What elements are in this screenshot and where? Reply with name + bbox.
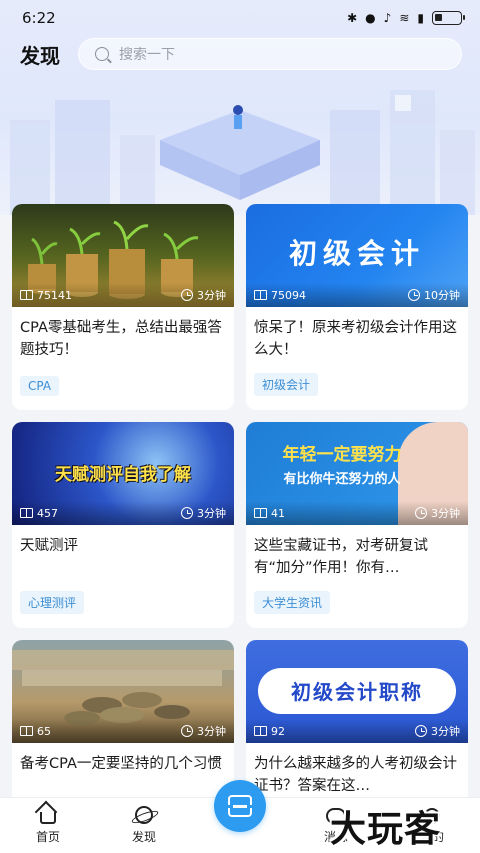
article-grid: 75141 3分钟 CPA零基础考生，总结出最强答题技巧！ CPA 初级会计 7… bbox=[12, 204, 468, 846]
views-count: 41 bbox=[271, 506, 285, 520]
article-tag[interactable]: CPA bbox=[20, 376, 60, 396]
watermark: 大玩客 bbox=[330, 809, 442, 850]
thumbnail-text: 初级会计职称 bbox=[291, 680, 423, 704]
sim-icon: ▮ bbox=[417, 11, 424, 25]
article-thumbnail: 75141 3分钟 bbox=[12, 204, 234, 307]
article-title: 这些宝藏证书，对考研复试有“加分”作用！你有… bbox=[254, 538, 428, 576]
article-title: 为什么越来越多的人考初级会计证书？答案在这… bbox=[254, 756, 457, 794]
article-meta: 41 3分钟 bbox=[246, 501, 468, 525]
clock-icon bbox=[415, 725, 427, 737]
read-duration: 10分钟 bbox=[424, 289, 460, 302]
nav-discover[interactable]: 发现 bbox=[104, 806, 184, 845]
article-thumbnail: 初级会计职称 92 3分钟 bbox=[246, 640, 468, 743]
home-icon bbox=[40, 812, 56, 824]
page-title: 发现 bbox=[20, 43, 60, 68]
status-time: 6:22 bbox=[22, 9, 56, 27]
article-thumbnail: 天赋测评自我了解 457 3分钟 bbox=[12, 422, 234, 525]
read-duration: 3分钟 bbox=[431, 507, 460, 520]
article-card[interactable]: 初级会计 75094 10分钟 惊呆了！原来考初级会计作用这么大！ 初级会计 bbox=[246, 204, 468, 410]
views-icon bbox=[254, 726, 267, 736]
views-icon bbox=[20, 726, 33, 736]
views-icon bbox=[254, 290, 267, 300]
planet-icon bbox=[135, 806, 153, 824]
clock-icon bbox=[415, 507, 427, 519]
article-title: 惊呆了！原来考初级会计作用这么大！ bbox=[254, 320, 457, 358]
article-title: CPA零基础考生，总结出最强答题技巧！ bbox=[20, 320, 222, 358]
article-card[interactable]: 年轻一定要努力 有比你牛还努力的人 41 3分钟 这些宝藏证书，对考研复试有“加… bbox=[246, 422, 468, 628]
nav-discover-label: 发现 bbox=[131, 830, 156, 844]
bluetooth-icon: ✱ bbox=[347, 11, 358, 25]
views-count: 75094 bbox=[271, 288, 306, 302]
article-card[interactable]: 天赋测评自我了解 457 3分钟 天赋测评 心理测评 bbox=[12, 422, 234, 628]
thumbnail-subtext: 有比你牛还努力的人 bbox=[283, 472, 401, 487]
article-meta: 75141 3分钟 bbox=[12, 283, 234, 307]
search-icon bbox=[95, 47, 109, 61]
views-count: 457 bbox=[37, 506, 58, 520]
nav-home-label: 首页 bbox=[35, 830, 60, 844]
article-thumbnail: 初级会计 75094 10分钟 bbox=[246, 204, 468, 307]
article-meta: 92 3分钟 bbox=[246, 719, 468, 743]
scan-button[interactable] bbox=[214, 780, 266, 832]
mute-icon: ♪ bbox=[383, 11, 392, 25]
article-meta: 75094 10分钟 bbox=[246, 283, 468, 307]
status-icons: ✱ ● ♪ ≋ ▮ bbox=[347, 11, 465, 25]
read-duration: 3分钟 bbox=[197, 725, 226, 738]
article-card[interactable]: 75141 3分钟 CPA零基础考生，总结出最强答题技巧！ CPA bbox=[12, 204, 234, 410]
thumbnail-text: 天赋测评自我了解 bbox=[55, 465, 191, 485]
read-duration: 3分钟 bbox=[197, 289, 226, 302]
article-tag[interactable]: 初级会计 bbox=[254, 373, 319, 396]
wifi-icon: ≋ bbox=[399, 11, 410, 25]
nav-home[interactable]: 首页 bbox=[8, 806, 88, 845]
search-placeholder: 搜索一下 bbox=[119, 47, 175, 63]
search-input[interactable]: 搜索一下 bbox=[78, 38, 462, 70]
views-icon bbox=[20, 508, 33, 518]
read-duration: 3分钟 bbox=[197, 507, 226, 520]
article-meta: 65 3分钟 bbox=[12, 719, 234, 743]
article-thumbnail: 年轻一定要努力 有比你牛还努力的人 41 3分钟 bbox=[246, 422, 468, 525]
views-count: 92 bbox=[271, 724, 285, 738]
article-tag[interactable]: 大学生资讯 bbox=[254, 591, 331, 614]
read-duration: 3分钟 bbox=[431, 725, 460, 738]
clock-icon bbox=[408, 289, 420, 301]
clock-icon bbox=[181, 725, 193, 737]
views-count: 65 bbox=[37, 724, 51, 738]
battery-icon bbox=[432, 11, 465, 25]
scan-icon bbox=[226, 795, 254, 817]
views-count: 75141 bbox=[37, 288, 72, 302]
article-title: 备考CPA一定要坚持的几个习惯 bbox=[20, 756, 222, 772]
header: 发现 搜索一下 bbox=[0, 36, 480, 72]
article-thumbnail: 65 3分钟 bbox=[12, 640, 234, 743]
thumbnail-text: 初级会计 bbox=[288, 237, 425, 270]
views-icon bbox=[20, 290, 33, 300]
views-icon bbox=[254, 508, 267, 518]
article-title: 天赋测评 bbox=[20, 538, 78, 554]
location-icon: ● bbox=[365, 11, 376, 25]
article-tag[interactable]: 心理测评 bbox=[20, 591, 85, 614]
clock-icon bbox=[181, 289, 193, 301]
status-bar: 6:22 ✱ ● ♪ ≋ ▮ bbox=[0, 0, 480, 36]
article-meta: 457 3分钟 bbox=[12, 501, 234, 525]
thumbnail-text: 年轻一定要努力 bbox=[282, 445, 402, 465]
clock-icon bbox=[181, 507, 193, 519]
